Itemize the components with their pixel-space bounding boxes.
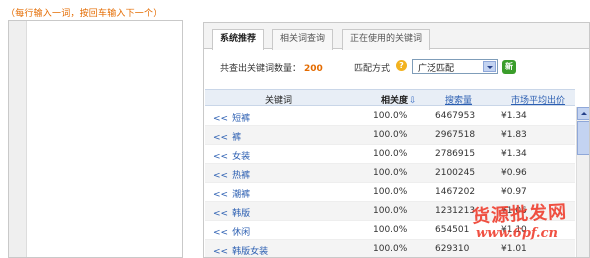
tab-in-use-keywords[interactable]: 正在使用的关键词 (342, 29, 431, 50)
add-keyword-icon[interactable]: << (213, 190, 228, 200)
table-row[interactable]: << 热裤 100.0% 2100245 ¥0.96 (205, 164, 575, 183)
relevance-value: 100.0% (373, 187, 408, 197)
keyword-count-value: 200 (304, 64, 323, 74)
keyword-text: 韩版 (232, 209, 251, 219)
table-scrollbar[interactable] (576, 107, 589, 257)
keyword-link[interactable]: << 韩版女装 (213, 244, 268, 257)
tab-system-recommend[interactable]: 系统推荐 (212, 29, 265, 50)
sort-down-icon[interactable]: ⇩ (409, 96, 417, 106)
match-type-label: 匹配方式 (354, 64, 391, 74)
table-row[interactable]: << 裤 100.0% 2967518 ¥1.83 (205, 126, 575, 145)
search-volume-value: 2786915 (435, 149, 476, 159)
watermark-url: www.6pf.cn (476, 226, 558, 241)
add-keyword-icon[interactable]: << (213, 114, 228, 124)
match-type-select[interactable]: 广泛匹配 (412, 59, 498, 74)
relevance-value: 100.0% (373, 225, 408, 235)
add-keyword-icon[interactable]: << (213, 247, 228, 257)
go-icon[interactable]: 新 (502, 60, 516, 74)
search-volume-value: 629310 (435, 244, 470, 254)
input-hint: （每行输入一词，按回车输入下一个） (6, 9, 163, 19)
keyword-text: 休闲 (232, 228, 251, 238)
table-row[interactable]: << 短裤 100.0% 6467953 ¥1.34 (205, 107, 575, 126)
search-volume-value: 6467953 (435, 111, 476, 121)
col-market-price[interactable]: 市场平均出价 (511, 93, 565, 106)
watermark-logo: 货源批发网 (471, 201, 568, 228)
search-volume-value: 1467202 (435, 187, 476, 197)
relevance-value: 100.0% (373, 111, 408, 121)
keyword-text: 韩版女装 (232, 247, 269, 257)
relevance-value: 100.0% (373, 130, 408, 140)
col-relevance-label: 相关度 (381, 96, 409, 106)
price-value: ¥1.01 (501, 244, 527, 254)
col-keyword: 关键词 (265, 96, 293, 106)
keyword-link[interactable]: << 裤 (213, 130, 241, 143)
keyword-link[interactable]: << 短裤 (213, 111, 250, 124)
price-value: ¥1.34 (501, 149, 527, 159)
keyword-text: 潮裤 (232, 190, 251, 200)
add-keyword-icon[interactable]: << (213, 171, 228, 181)
col-search-volume[interactable]: 搜索量 (445, 93, 472, 106)
relevance-value: 100.0% (373, 168, 408, 178)
keyword-text: 女装 (232, 152, 251, 162)
line-number-gutter (9, 21, 27, 257)
relevance-value: 100.0% (373, 149, 408, 159)
question-icon[interactable]: ? (396, 60, 407, 71)
keyword-text: 短裤 (232, 114, 251, 124)
keyword-text: 热裤 (232, 171, 251, 181)
table-row[interactable]: << 女装 100.0% 2786915 ¥1.34 (205, 145, 575, 164)
search-volume-value: 654501 (435, 225, 470, 235)
chevron-down-icon[interactable] (483, 61, 496, 72)
search-volume-value: 2967518 (435, 130, 476, 140)
price-value: ¥0.97 (501, 187, 527, 197)
table-row[interactable]: << 韩版女装 100.0% 629310 ¥1.01 (205, 240, 575, 257)
keyword-count-label: 共查出关键词数量： (220, 64, 302, 74)
keyword-input-area[interactable] (8, 20, 183, 258)
col-relevance[interactable]: 相关度⇩ (381, 93, 417, 106)
relevance-value: 100.0% (373, 206, 408, 216)
relevance-value: 100.0% (373, 244, 408, 254)
price-value: ¥1.83 (501, 130, 527, 140)
add-keyword-icon[interactable]: << (213, 209, 228, 219)
scroll-up-arrow-icon[interactable] (577, 107, 589, 120)
price-value: ¥1.34 (501, 111, 527, 121)
price-value: ¥0.96 (501, 168, 527, 178)
keyword-link[interactable]: << 女装 (213, 149, 250, 162)
keyword-text: 裤 (232, 133, 242, 143)
add-keyword-icon[interactable]: << (213, 228, 228, 238)
keyword-count: 共查出关键词数量： 200 (220, 61, 323, 74)
search-volume-value: 1231213 (435, 206, 476, 216)
keyword-link[interactable]: << 热裤 (213, 168, 250, 181)
tab-related-query[interactable]: 相关词查询 (272, 29, 334, 50)
keyword-link[interactable]: << 休闲 (213, 225, 250, 238)
keyword-link[interactable]: << 潮裤 (213, 187, 250, 200)
tab-bar: 系统推荐 相关词查询 正在使用的关键词 (204, 23, 589, 50)
scroll-thumb[interactable] (577, 121, 589, 155)
match-type-value: 广泛匹配 (418, 64, 455, 74)
search-volume-value: 2100245 (435, 168, 476, 178)
add-keyword-icon[interactable]: << (213, 133, 228, 143)
add-keyword-icon[interactable]: << (213, 152, 228, 162)
table-header: 关键词 相关度⇩ 搜索量 市场平均出价 (205, 89, 575, 106)
keyword-link[interactable]: << 韩版 (213, 206, 250, 219)
